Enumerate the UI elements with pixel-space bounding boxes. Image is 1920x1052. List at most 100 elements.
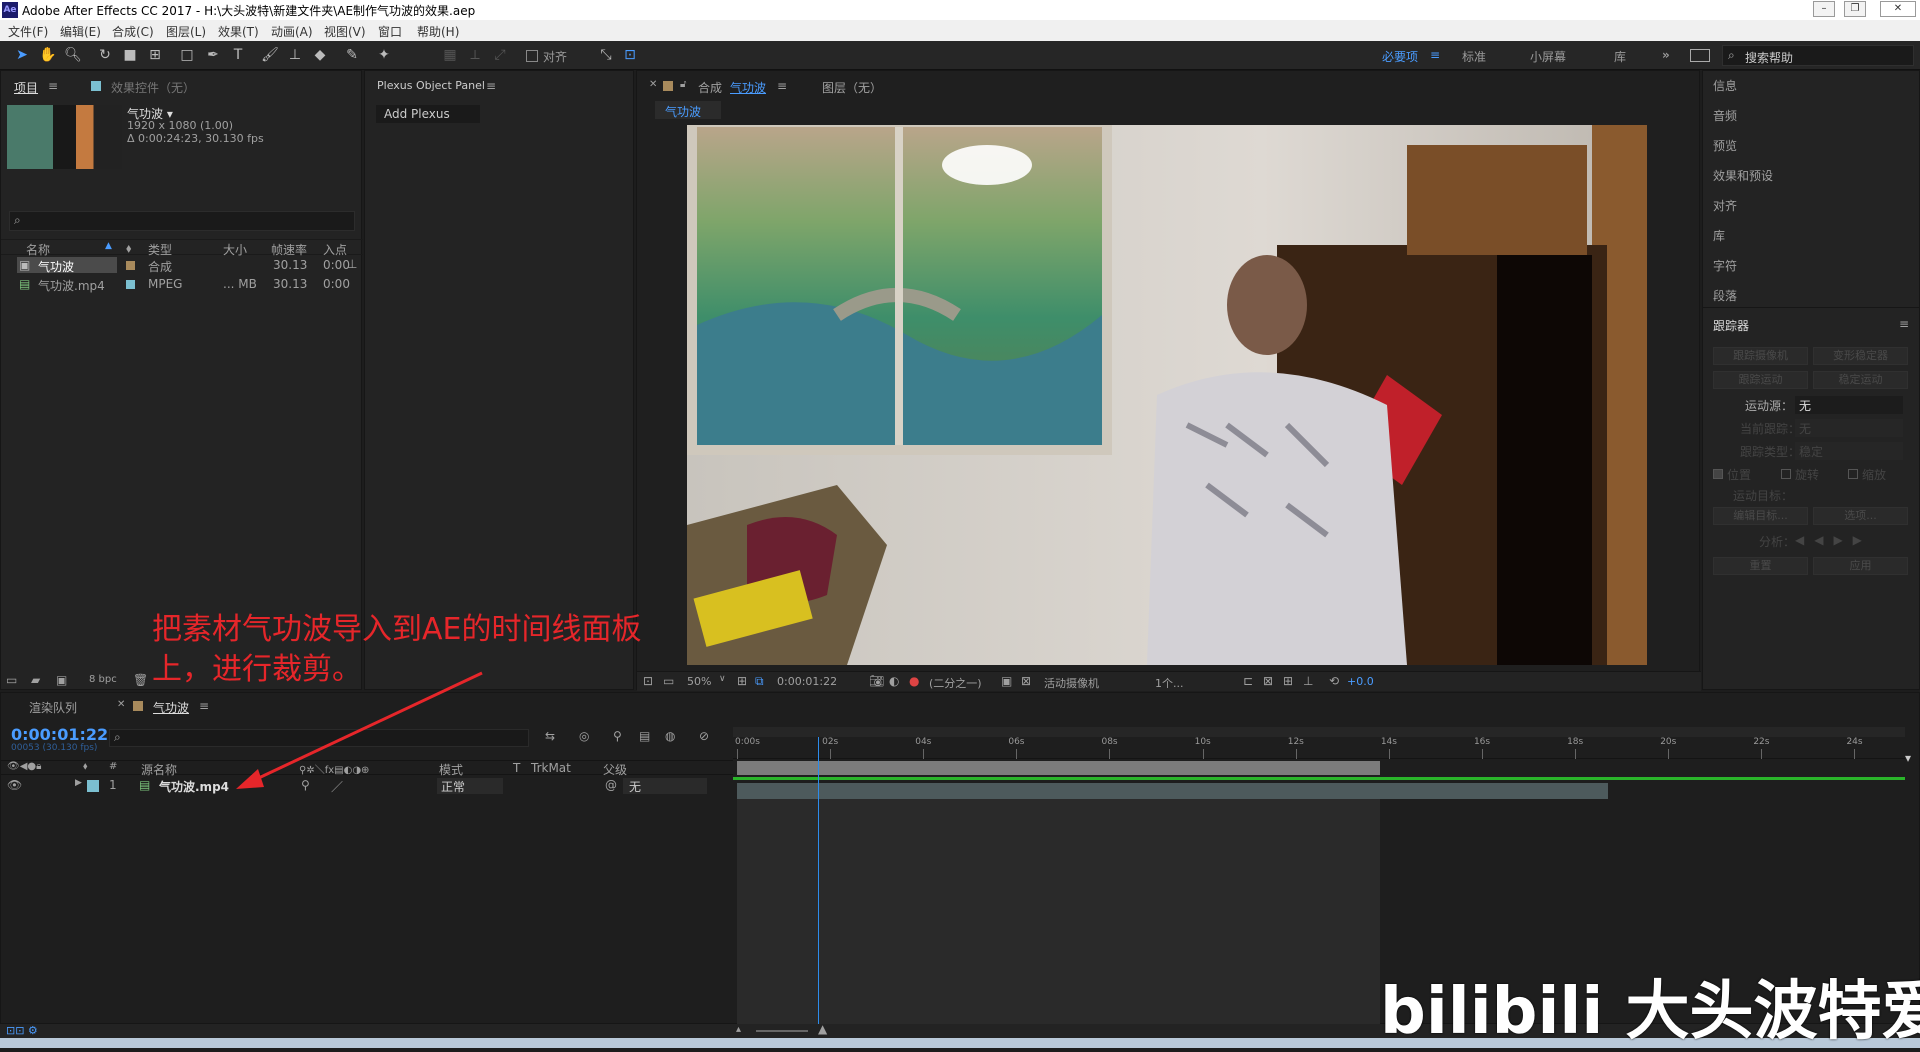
panel-menu-icon[interactable]: ≡ xyxy=(199,699,209,713)
trash-icon[interactable]: 🗑︎ xyxy=(133,673,148,687)
region-of-interest-icon[interactable]: ▣ xyxy=(1001,674,1012,688)
workspace-essentials[interactable]: 必要项 xyxy=(1382,48,1418,65)
menu-file[interactable]: 文件(F) xyxy=(8,23,48,40)
workspace-standard[interactable]: 标准 xyxy=(1462,48,1486,65)
column-in-point[interactable]: 入点 xyxy=(323,241,347,258)
fast-previews-icon[interactable]: ⊠ xyxy=(1263,674,1273,688)
workspace-small-screen[interactable]: 小屏幕 xyxy=(1530,48,1566,65)
camera-tool-icon[interactable]: ■ xyxy=(120,46,140,65)
timeline-icon[interactable]: ⊞ xyxy=(1283,674,1293,688)
toggle-switches-icon[interactable]: ⊡⊡ ⚙ xyxy=(6,1024,38,1037)
zoom-tool-icon[interactable]: 🔍︎ xyxy=(63,46,83,65)
pick-whip-icon[interactable]: @ xyxy=(605,778,617,792)
tab-render-queue[interactable]: 渲染队列 xyxy=(29,699,77,716)
snapshot-icon[interactable]: 📷︎ xyxy=(869,674,884,688)
playhead[interactable] xyxy=(818,737,820,1025)
menu-layer[interactable]: 图层(L) xyxy=(166,23,206,40)
minimize-button[interactable]: – xyxy=(1813,1,1835,17)
more-workspaces-icon[interactable]: » xyxy=(1662,48,1670,62)
panel-menu-icon[interactable]: ≡ xyxy=(1899,317,1909,331)
track-camera-button[interactable]: 跟踪摄像机 xyxy=(1713,347,1808,365)
bit-depth[interactable]: 8 bpc xyxy=(89,674,117,685)
label-color-swatch[interactable] xyxy=(126,261,135,270)
table-row[interactable]: ▤ 气功波.mp4 MPEG ... MB 30.13 0:00 xyxy=(1,276,363,293)
transparency-grid-icon[interactable]: ⊠ xyxy=(1021,674,1031,688)
tab-effect-controls[interactable]: 效果控件（无） xyxy=(111,79,195,96)
roto-brush-tool-icon[interactable]: ✎ xyxy=(342,46,362,65)
help-search-input[interactable]: 搜索帮助 xyxy=(1745,49,1793,66)
pen-tool-icon[interactable]: ✒ xyxy=(203,46,223,65)
grid-icon[interactable]: ⊞ xyxy=(737,674,747,688)
maximize-button[interactable]: ❐ xyxy=(1844,1,1866,17)
menu-composition[interactable]: 合成(C) xyxy=(112,23,154,40)
label-color-swatch[interactable] xyxy=(87,780,99,792)
tab-project[interactable]: 项目 xyxy=(14,79,38,96)
snap-icon[interactable]: ⤡ xyxy=(596,46,616,65)
menu-animation[interactable]: 动画(A) xyxy=(271,23,313,40)
time-ruler[interactable]: 0:00s 02s 04s 06s 08s 10s 12s 14s 16s 18s 20s 22s 24… xyxy=(733,737,1905,759)
panel-paragraph[interactable]: 段落 xyxy=(1713,287,1737,304)
column-parent[interactable]: 父级 xyxy=(603,761,627,778)
workspace-menu-icon[interactable]: ≡ xyxy=(1430,48,1440,62)
brush-tool-icon[interactable]: 🖌︎ xyxy=(260,46,280,65)
panel-preview[interactable]: 预览 xyxy=(1713,137,1737,154)
workspace-libraries[interactable]: 库 xyxy=(1614,48,1626,65)
comp-mini-flowchart-icon[interactable]: ⇆ xyxy=(545,729,555,743)
panel-info[interactable]: 信息 xyxy=(1713,77,1737,94)
menu-help[interactable]: 帮助(H) xyxy=(417,23,459,40)
panel-menu-icon[interactable]: ≡ xyxy=(777,79,787,93)
menu-edit[interactable]: 编辑(E) xyxy=(60,23,101,40)
tab-composition-prefix[interactable]: 合成 xyxy=(698,79,722,96)
work-area-bar[interactable] xyxy=(737,761,1380,775)
layer-name[interactable]: 气功波.mp4 xyxy=(159,778,229,795)
frame-blending-icon[interactable]: ▤ xyxy=(639,729,650,743)
help-search-box[interactable]: ⌕ 搜索帮助 xyxy=(1722,45,1914,66)
mask-visibility-icon[interactable]: ⧉ xyxy=(755,674,764,689)
zoom-in-mountain-icon[interactable]: ▲ xyxy=(818,1022,827,1036)
view-layout-select[interactable]: 1个... xyxy=(1155,675,1184,691)
add-plexus-button[interactable]: Add Plexus xyxy=(376,105,480,123)
eye-icon[interactable]: 👁︎ xyxy=(7,778,22,792)
track-motion-button[interactable]: 跟踪运动 xyxy=(1713,371,1808,389)
new-folder-icon[interactable]: ▰ xyxy=(31,673,40,687)
flowchart-icon[interactable]: ⊥ xyxy=(1303,674,1313,688)
current-time[interactable]: 0:00:01:22 xyxy=(777,675,837,688)
menu-view[interactable]: 视图(V) xyxy=(324,23,366,40)
column-name[interactable]: 名称 xyxy=(26,241,50,258)
exposure-value[interactable]: +0.0 xyxy=(1347,675,1374,688)
close-tab-icon[interactable]: ✕ xyxy=(117,699,125,710)
tab-timeline-comp[interactable]: 气功波 xyxy=(153,699,189,716)
eraser-tool-icon[interactable]: ◆ xyxy=(310,46,330,65)
snap-features-icon[interactable]: ⊡ xyxy=(620,46,640,65)
parent-select[interactable]: 无 xyxy=(623,778,707,794)
panel-align[interactable]: 对齐 xyxy=(1713,197,1737,214)
rotate-tool-icon[interactable]: ↻ xyxy=(95,46,115,65)
timeline-timecode[interactable]: 0:00:01:22 xyxy=(11,725,108,744)
panel-menu-icon[interactable]: ≡ xyxy=(486,79,496,93)
panel-libraries[interactable]: 库 xyxy=(1713,227,1725,244)
menu-effect[interactable]: 效果(T) xyxy=(218,23,259,40)
motion-blur-icon[interactable]: ◍ xyxy=(665,729,675,743)
motion-source-select[interactable]: 无 xyxy=(1795,396,1903,414)
sync-settings-icon[interactable] xyxy=(1690,49,1710,62)
column-size[interactable]: 大小 xyxy=(223,241,247,258)
clone-stamp-tool-icon[interactable]: ⊥ xyxy=(285,46,305,65)
toggle-pixel-aspect-icon[interactable]: ⊏ xyxy=(1243,674,1253,688)
text-tool-icon[interactable]: T xyxy=(228,46,248,65)
pan-behind-tool-icon[interactable]: ⊞ xyxy=(145,46,165,65)
channel-icon[interactable]: ● xyxy=(909,674,919,688)
zoom-out-mountain-icon[interactable]: ▴ xyxy=(736,1024,741,1035)
reset-exposure-icon[interactable]: ⟲ xyxy=(1329,674,1339,688)
interpret-footage-icon[interactable]: ▭ xyxy=(6,673,17,687)
panel-audio[interactable]: 音频 xyxy=(1713,107,1737,124)
panel-menu-icon[interactable]: ≡ xyxy=(48,79,58,93)
zoom-slider[interactable] xyxy=(756,1030,808,1032)
column-source-name[interactable]: 源名称 xyxy=(141,761,177,778)
project-search-input[interactable]: ⌕ xyxy=(9,211,355,231)
resolution-select[interactable]: (二分之一) xyxy=(929,675,982,691)
flowchart-icon[interactable]: ⊥ xyxy=(347,257,357,271)
zoom-out-icon[interactable]: ▾ xyxy=(1905,751,1920,771)
warp-stabilizer-button[interactable]: 变形稳定器 xyxy=(1813,347,1908,365)
new-composition-icon[interactable]: ▣ xyxy=(56,673,67,687)
comp-breadcrumb[interactable]: 气功波 xyxy=(655,101,721,119)
